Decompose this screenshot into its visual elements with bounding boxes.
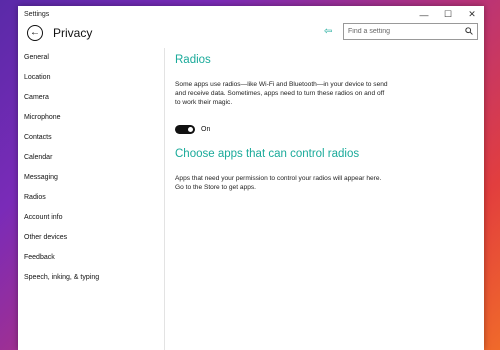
sidebar-item-contacts[interactable]: Contacts (18, 128, 164, 148)
sidebar-item-radios[interactable]: Radios (18, 188, 164, 208)
sidebar-item-calendar[interactable]: Calendar (18, 148, 164, 168)
title-bar: Settings — ☐ ✕ (18, 6, 484, 23)
search-icon[interactable] (465, 27, 473, 35)
sidebar-item-messaging[interactable]: Messaging (18, 168, 164, 188)
back-arrow-icon: ← (30, 27, 40, 38)
toggle-state-label: On (201, 126, 211, 133)
settings-window: Settings — ☐ ✕ ← Privacy ⇦ General Locat… (18, 6, 484, 350)
search-input[interactable] (344, 28, 467, 35)
search-box[interactable] (343, 23, 478, 40)
radios-description: Some apps use radios—like Wi-Fi and Blue… (175, 81, 388, 106)
maximize-button[interactable]: ☐ (436, 6, 460, 23)
sidebar-item-microphone[interactable]: Microphone (18, 108, 164, 128)
choose-apps-section-title: Choose apps that can control radios (175, 148, 360, 160)
window-title: Settings (24, 11, 50, 18)
page-title: Privacy (53, 26, 93, 40)
sidebar-item-general[interactable]: General (18, 48, 164, 68)
radios-section-title: Radios (175, 54, 211, 66)
sidebar-item-camera[interactable]: Camera (18, 88, 164, 108)
sidebar-item-other-devices[interactable]: Other devices (18, 228, 164, 248)
close-button[interactable]: ✕ (460, 6, 484, 23)
back-button[interactable]: ← (27, 25, 43, 41)
radios-toggle-switch[interactable] (175, 125, 195, 134)
pin-to-start-icon[interactable]: ⇦ (324, 26, 332, 37)
sidebar-item-account-info[interactable]: Account info (18, 208, 164, 228)
minimize-button[interactable]: — (412, 6, 436, 23)
sidebar-nav: General Location Camera Microphone Conta… (18, 48, 165, 350)
toggle-knob (188, 127, 193, 132)
sidebar-item-location[interactable]: Location (18, 68, 164, 88)
sidebar-item-feedback[interactable]: Feedback (18, 248, 164, 268)
sidebar-item-speech-inking-typing[interactable]: Speech, inking, & typing (18, 268, 164, 288)
choose-apps-description: Apps that need your permission to contro… (175, 175, 382, 191)
radios-toggle-row: On (175, 125, 210, 134)
